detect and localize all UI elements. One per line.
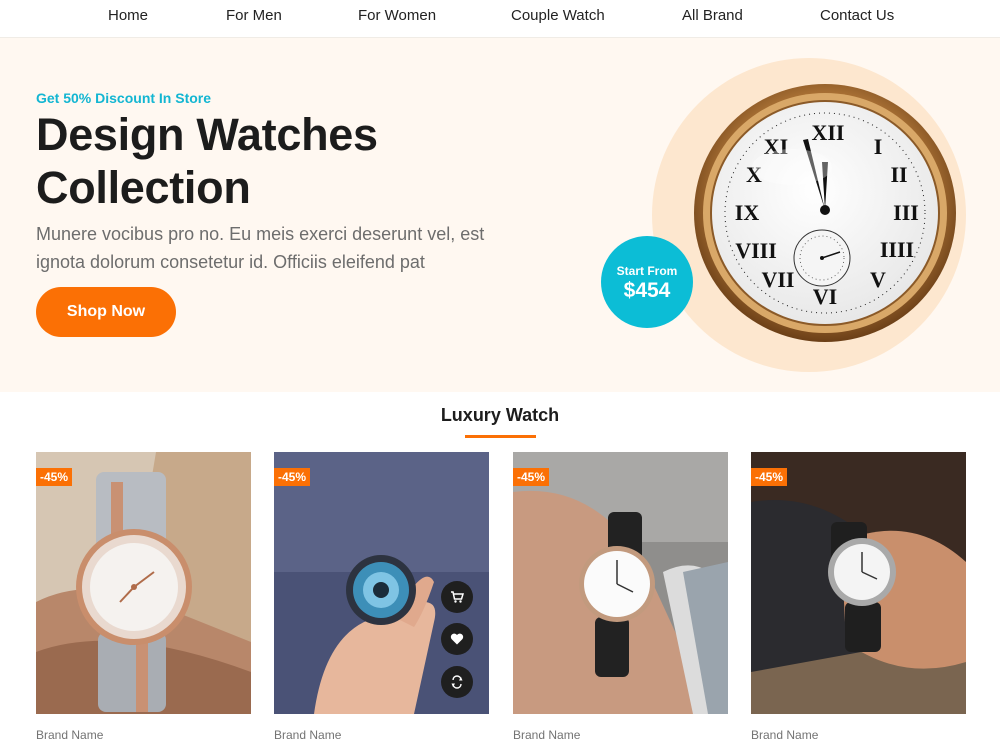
heart-icon [450, 633, 464, 645]
top-navigation: Home For Men For Women Couple Watch All … [0, 0, 1000, 38]
svg-text:IX: IX [735, 200, 760, 225]
product-card[interactable]: -45% Brand Name [513, 452, 728, 750]
product-photo-4 [751, 452, 966, 714]
compare-icon [451, 675, 463, 689]
svg-text:VIII: VIII [735, 238, 777, 263]
svg-text:VI: VI [813, 284, 837, 309]
add-to-wishlist-button[interactable] [441, 623, 473, 655]
nav-for-women[interactable]: For Women [358, 7, 436, 24]
price-badge-label: Start From [616, 264, 678, 278]
nav-home[interactable]: Home [108, 7, 148, 24]
section-title: Luxury Watch [440, 405, 560, 425]
hero-title: Design Watches Collection [36, 108, 596, 214]
svg-text:I: I [874, 134, 883, 159]
nav-for-men[interactable]: For Men [226, 7, 282, 24]
svg-text:V: V [870, 267, 886, 292]
nav-couple-watch[interactable]: Couple Watch [511, 7, 605, 24]
product-card[interactable]: -45% Brand Name [36, 452, 251, 750]
product-photo-3 [513, 452, 728, 714]
hero-title-line-1: Design Watches [36, 109, 378, 160]
product-image[interactable] [751, 452, 966, 714]
product-image[interactable] [36, 452, 251, 714]
discount-badge: -45% [513, 468, 550, 486]
product-brand-name[interactable]: Brand Name [274, 728, 341, 742]
product-brand-name[interactable]: Brand Name [751, 728, 818, 742]
shop-now-button[interactable]: Shop Now [36, 287, 176, 337]
product-card[interactable]: -45% Brand Name [751, 452, 966, 750]
pocket-watch-image: XII I II III IIII V VI VII VIII IX X XI [694, 84, 956, 342]
price-badge: Start From $454 [601, 236, 693, 328]
hero-description: Munere vocibus pro no. Eu meis exerci de… [36, 224, 485, 272]
hero-banner: Get 50% Discount In Store Design Watches… [0, 38, 1000, 392]
svg-text:III: III [893, 200, 919, 225]
product-brand-name[interactable]: Brand Name [36, 728, 103, 742]
hero-title-line-2: Collection [36, 162, 251, 213]
discount-badge: -45% [751, 468, 788, 486]
svg-text:II: II [890, 162, 907, 187]
discount-badge: -45% [274, 468, 311, 486]
product-photo-1 [36, 452, 251, 714]
compare-button[interactable] [441, 666, 473, 698]
cart-icon [451, 591, 464, 603]
section-title-underline [465, 435, 536, 438]
product-image[interactable] [513, 452, 728, 714]
svg-text:IIII: IIII [880, 237, 914, 262]
nav-all-brand[interactable]: All Brand [682, 7, 743, 24]
price-badge-value: $454 [623, 279, 671, 302]
hero-discount-text: Get 50% Discount In Store [36, 90, 212, 106]
add-to-cart-button[interactable] [441, 581, 473, 613]
nav-contact-us[interactable]: Contact Us [820, 7, 894, 24]
product-card[interactable]: -45% Brand Name [274, 452, 489, 750]
svg-text:XII: XII [811, 120, 844, 145]
product-brand-name[interactable]: Brand Name [513, 728, 580, 742]
svg-text:VII: VII [761, 267, 794, 292]
discount-badge: -45% [36, 468, 73, 486]
